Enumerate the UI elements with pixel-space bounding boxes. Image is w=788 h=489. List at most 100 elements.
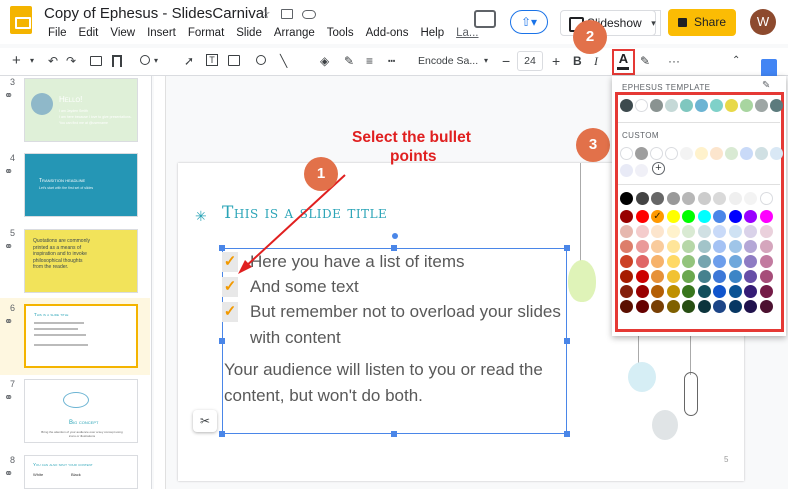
menu-arrange[interactable]: Arrange xyxy=(268,27,321,39)
resize-handle[interactable] xyxy=(219,245,225,251)
decrease-font-size-icon[interactable]: − xyxy=(502,53,510,69)
color-swatch[interactable] xyxy=(666,285,680,298)
color-swatch[interactable] xyxy=(713,285,726,298)
color-swatch[interactable] xyxy=(759,300,773,313)
new-slide-dropdown-icon[interactable]: ▾ xyxy=(30,53,34,69)
color-swatch[interactable] xyxy=(635,240,649,253)
color-swatch[interactable] xyxy=(651,255,664,268)
color-swatch[interactable] xyxy=(635,255,649,268)
font-family-select[interactable]: Encode Sa... xyxy=(418,51,492,71)
color-swatch[interactable] xyxy=(728,255,742,268)
color-swatch[interactable] xyxy=(651,270,664,283)
zoom-dropdown-icon[interactable]: ▾ xyxy=(154,53,158,69)
color-swatch[interactable] xyxy=(666,255,680,268)
more-options-icon[interactable]: ··· xyxy=(668,53,680,69)
color-swatch[interactable] xyxy=(713,255,726,268)
color-swatch[interactable] xyxy=(650,99,663,112)
color-swatch[interactable] xyxy=(697,240,711,253)
color-swatch[interactable] xyxy=(665,147,678,160)
body-paragraph[interactable]: content, but won't do both. xyxy=(224,386,423,406)
color-swatch[interactable] xyxy=(713,300,726,313)
color-swatch[interactable] xyxy=(620,300,633,313)
color-swatch[interactable] xyxy=(666,300,680,313)
color-swatch[interactable] xyxy=(620,147,633,160)
color-swatch[interactable] xyxy=(666,225,680,238)
slide-thumbnail-8[interactable]: You can also split your content White Bl… xyxy=(24,455,138,489)
resize-handle[interactable] xyxy=(391,431,397,437)
menu-edit[interactable]: Edit xyxy=(73,27,105,39)
fill-color-icon[interactable]: ◈ xyxy=(320,53,329,69)
slide-thumbnail-7[interactable]: Big concept Bring the attention of your … xyxy=(24,379,138,443)
bullet-item[interactable]: And some text xyxy=(250,277,359,297)
color-swatch[interactable] xyxy=(713,270,726,283)
resize-handle[interactable] xyxy=(564,431,570,437)
share-button[interactable]: Share xyxy=(668,9,736,36)
color-swatch[interactable] xyxy=(770,147,783,160)
color-swatch[interactable] xyxy=(695,147,708,160)
slide-thumbnail-6[interactable]: This is a slide title xyxy=(24,304,138,368)
color-swatch[interactable] xyxy=(697,300,711,313)
color-swatch[interactable] xyxy=(620,192,633,205)
color-swatch[interactable] xyxy=(620,270,633,283)
color-swatch[interactable] xyxy=(666,192,680,205)
resize-handle[interactable] xyxy=(219,338,225,344)
color-swatch[interactable] xyxy=(620,255,633,268)
color-swatch[interactable] xyxy=(744,300,757,313)
color-swatch[interactable] xyxy=(744,210,757,223)
menu-file[interactable]: File xyxy=(42,27,73,39)
menu-tools[interactable]: Tools xyxy=(321,27,360,39)
bold-icon[interactable]: B xyxy=(573,53,582,69)
paint-format-icon[interactable] xyxy=(112,55,122,67)
bullet-item[interactable]: But remember not to overload your slides xyxy=(250,302,561,322)
resize-handle[interactable] xyxy=(564,338,570,344)
explore-icon[interactable]: ✂ xyxy=(193,410,217,432)
star-icon[interactable]: ☆ xyxy=(259,6,271,22)
color-swatch[interactable] xyxy=(728,192,742,205)
color-swatch[interactable] xyxy=(666,240,680,253)
color-swatch[interactable] xyxy=(635,164,648,177)
menu-insert[interactable]: Insert xyxy=(141,27,182,39)
add-custom-color-icon[interactable]: + xyxy=(652,162,665,175)
color-swatch[interactable] xyxy=(620,164,633,177)
color-swatch[interactable] xyxy=(697,270,711,283)
collapse-toolbar-icon[interactable]: ⌃ xyxy=(732,53,740,69)
color-swatch[interactable] xyxy=(651,240,664,253)
color-swatch[interactable] xyxy=(666,270,680,283)
color-swatch[interactable] xyxy=(697,255,711,268)
color-swatch[interactable] xyxy=(620,240,633,253)
color-swatch[interactable] xyxy=(635,99,648,112)
color-swatch[interactable] xyxy=(759,270,773,283)
color-swatch[interactable] xyxy=(728,225,742,238)
text-color-button[interactable]: A xyxy=(612,49,635,75)
rotate-handle[interactable] xyxy=(392,233,398,239)
color-swatch[interactable] xyxy=(725,99,738,112)
color-swatch[interactable] xyxy=(697,225,711,238)
color-swatch[interactable] xyxy=(710,99,723,112)
color-swatch[interactable] xyxy=(759,192,773,205)
color-swatch[interactable] xyxy=(682,270,695,283)
color-swatch[interactable] xyxy=(682,255,695,268)
color-swatch[interactable] xyxy=(697,192,711,205)
new-slide-icon[interactable]: + xyxy=(12,53,21,69)
slideshow-dropdown-icon[interactable]: ▾ xyxy=(647,10,661,36)
redo-icon[interactable]: ↷ xyxy=(66,53,76,69)
color-swatch[interactable] xyxy=(620,99,633,112)
color-swatch[interactable] xyxy=(713,210,726,223)
color-swatch[interactable] xyxy=(665,99,678,112)
last-edit-link[interactable]: La... xyxy=(450,27,484,39)
color-swatch[interactable] xyxy=(759,285,773,298)
italic-icon[interactable]: I xyxy=(594,53,598,69)
color-swatch[interactable] xyxy=(759,225,773,238)
selected-color-swatch[interactable]: ✓ xyxy=(651,210,664,223)
resize-handle[interactable] xyxy=(219,431,225,437)
highlight-color-icon[interactable]: ✎ xyxy=(640,53,650,69)
color-swatch[interactable] xyxy=(755,147,768,160)
body-paragraph[interactable]: Your audience will listen to you or read… xyxy=(224,360,543,380)
color-swatch[interactable] xyxy=(682,285,695,298)
color-swatch[interactable] xyxy=(728,210,742,223)
insert-image-icon[interactable] xyxy=(228,55,240,66)
color-swatch[interactable] xyxy=(713,192,726,205)
color-swatch[interactable] xyxy=(682,210,695,223)
color-swatch[interactable] xyxy=(680,99,693,112)
resize-handle[interactable] xyxy=(564,245,570,251)
